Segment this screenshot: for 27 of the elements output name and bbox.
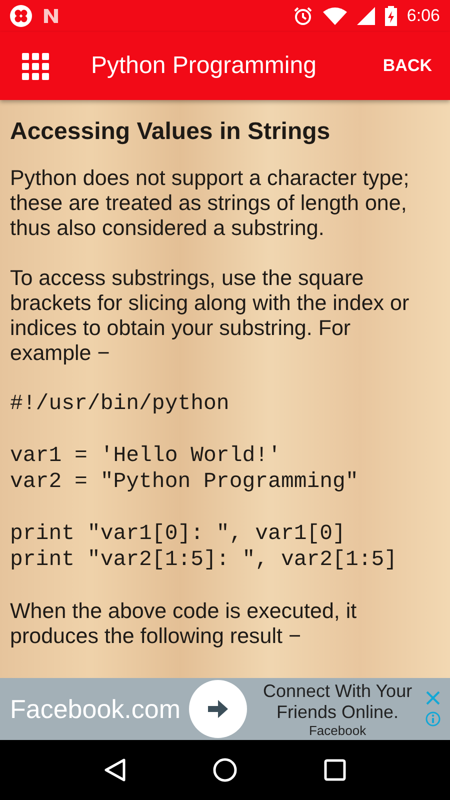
n-logo-icon <box>42 7 60 25</box>
arrow-button-icon[interactable] <box>188 680 247 738</box>
recents-icon[interactable] <box>324 759 346 781</box>
back-icon[interactable] <box>104 758 126 782</box>
ad-advertiser: Facebook <box>308 722 366 738</box>
ad-headline: Facebook.com <box>10 694 181 724</box>
battery-icon <box>384 6 397 26</box>
code-line: #!/usr/bin/python <box>10 391 230 417</box>
ad-banner[interactable]: Facebook.com Connect With Your Friends Online. Facebook <box>0 678 450 740</box>
grid-menu-icon[interactable] <box>22 52 49 80</box>
signal-icon <box>356 7 375 25</box>
ad-text: Connect With Your Friends Online. <box>262 680 414 722</box>
code-line: var1 = 'Hello World!' <box>10 443 281 469</box>
clock-time: 6:06 <box>406 6 440 26</box>
clover-icon <box>10 5 32 27</box>
paragraph: When the above code is executed, it produces the following result − <box>10 599 358 649</box>
paragraph: To access substrings, use the square brackets for slicing along with the index or indices to obtain your substring. For example − <box>10 266 410 366</box>
alarm-icon <box>292 6 313 26</box>
home-icon[interactable] <box>212 758 237 782</box>
code-line: var2 = "Python Programming" <box>10 469 358 495</box>
back-button[interactable]: BACK <box>378 50 436 82</box>
code-line: print "var1[0]: ", var1[0] <box>10 521 346 547</box>
wifi-icon <box>322 7 347 25</box>
paragraph: Python does not support a character type; these are treated as strings of length one, thus also considered a substring. <box>10 166 410 241</box>
code-line: print "var2[1:5]: ", var2[1:5] <box>10 547 398 573</box>
app-title: Python Programming <box>91 52 318 80</box>
section-heading: Accessing Values in Strings <box>10 118 332 146</box>
